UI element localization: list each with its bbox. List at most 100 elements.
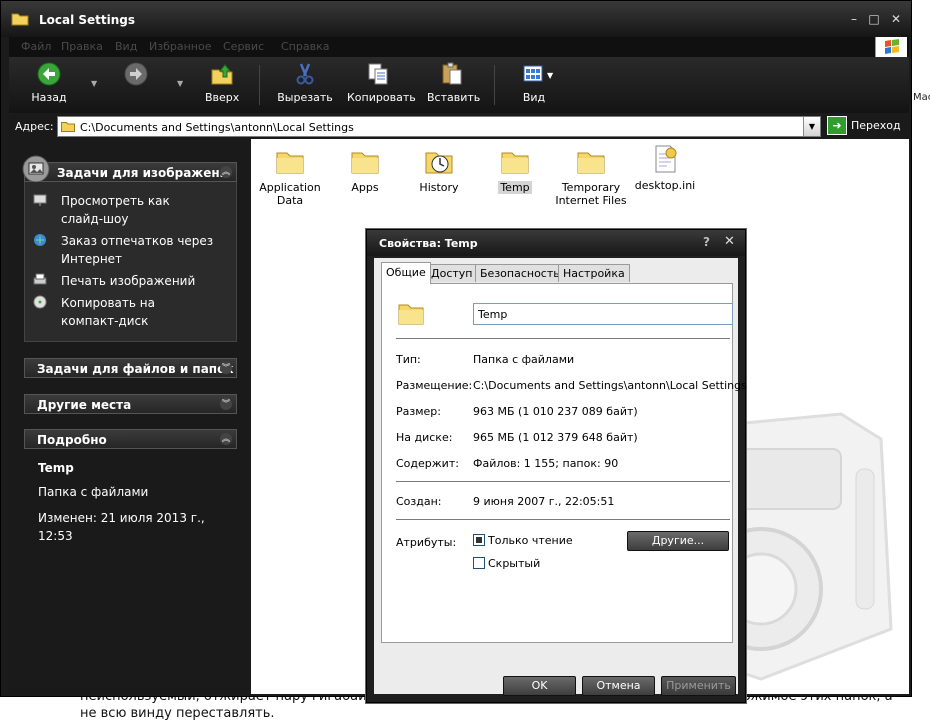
file-item-temporary-internet-files[interactable]: Temporary Internet Files (551, 145, 631, 207)
cut-button[interactable]: Вырезать (277, 61, 333, 109)
go-button[interactable]: ➜ Переход (827, 116, 901, 137)
expand-chevron-icon[interactable]: ︾ (220, 398, 232, 410)
properties-dialog: Свойства: Temp ? ✕ Общие Доступ Безопасн… (366, 229, 747, 703)
dialog-body: Общие Доступ Безопасность Настройка Тип:… (374, 258, 747, 696)
copy-icon (368, 63, 388, 85)
paste-icon (442, 62, 462, 85)
dialog-title: Свойства: Temp (379, 237, 478, 250)
address-dropdown-icon[interactable]: ▼ (803, 117, 820, 136)
close-button[interactable]: ✕ (889, 12, 903, 26)
menu-view[interactable]: Вид (115, 40, 137, 53)
menu-edit[interactable]: Правка (61, 40, 103, 53)
forward-dropdown-icon[interactable]: ▼ (177, 79, 183, 88)
folder-icon (398, 304, 424, 325)
size-label: Размер: (396, 405, 441, 418)
checkbox-box[interactable] (473, 534, 485, 546)
details-type: Папка с файлами (38, 485, 149, 499)
title-bar[interactable]: Local Settings – □ ✕ (1, 1, 911, 37)
order-prints-icon (34, 234, 46, 246)
up-button[interactable]: Вверх (205, 61, 239, 109)
image-tasks-panel: Просмотреть как слайд-шоу Заказ отпечатк… (24, 182, 237, 342)
folder-icon (351, 152, 379, 174)
details-header[interactable]: Подробно ︽ (24, 429, 237, 449)
tab-customize[interactable]: Настройка (558, 264, 630, 282)
task-order-prints[interactable]: Заказ отпечатков через Интернет (33, 232, 233, 268)
tab-sharing[interactable]: Доступ (426, 264, 478, 282)
minimize-button[interactable]: – (847, 12, 861, 26)
contains-value: Файлов: 1 155; папок: 90 (473, 457, 619, 470)
maximize-button[interactable]: □ (867, 12, 881, 26)
created-value: 9 июня 2007 г., 22:05:51 (473, 495, 615, 508)
menu-help[interactable]: Справка (281, 40, 329, 53)
view-button[interactable]: Вид (517, 61, 551, 109)
address-input[interactable]: C:\Documents and Settings\antonn\Local S… (57, 116, 821, 137)
hidden-checkbox[interactable]: Скрытый (473, 556, 540, 570)
menu-bar: Файл Правка Вид Избранное Сервис Справка (9, 37, 909, 57)
cd-icon (33, 295, 47, 309)
location-label: Размещение: (396, 379, 473, 392)
toolbar-separator (494, 65, 495, 105)
address-bar: Адрес: C:\Documents and Settings\antonn\… (9, 115, 909, 139)
tab-security[interactable]: Безопасность (475, 264, 565, 282)
image-tasks-title: Задачи для изображени (57, 166, 229, 180)
checkbox-box[interactable] (473, 557, 485, 569)
image-tasks-header[interactable]: Задачи для изображени ︽ (22, 155, 237, 183)
size-value: 963 МБ (1 010 237 089 байт) (473, 405, 638, 418)
menu-file[interactable]: Файл (21, 40, 51, 53)
expand-chevron-icon[interactable]: ︾ (220, 362, 232, 374)
address-value: C:\Documents and Settings\antonn\Local S… (80, 121, 354, 134)
file-item-desktop-ini[interactable]: desktop.ini (627, 143, 703, 192)
readonly-checkbox[interactable]: Только чтение (473, 533, 573, 547)
type-value: Папка с файлами (473, 353, 575, 366)
separator (396, 338, 730, 340)
disk-size-label: На диске: (396, 431, 453, 444)
details-title: Подробно (37, 433, 107, 447)
location-value: C:\Documents and Settings\antonn\Local S… (473, 379, 747, 392)
paste-button[interactable]: Вставить (427, 61, 480, 109)
file-tasks-title: Задачи для файлов и папок (37, 362, 234, 376)
other-places-header[interactable]: Другие места ︾ (24, 394, 237, 414)
printer-icon (33, 273, 47, 285)
menu-favorites[interactable]: Избранное (149, 40, 211, 53)
folder-name-input[interactable] (473, 303, 733, 325)
collapse-chevron-icon[interactable]: ︽ (220, 433, 232, 445)
file-item-temp[interactable]: Temp (477, 145, 553, 194)
general-tab-panel: Тип: Папка с файлами Размещение: C:\Docu… (381, 283, 747, 643)
ok-button[interactable]: OK (503, 676, 576, 696)
file-tasks-header[interactable]: Задачи для файлов и папок ︾ (24, 358, 237, 378)
scissors-icon (296, 63, 314, 85)
folder-icon (61, 122, 75, 132)
details-name: Temp (38, 461, 74, 475)
apply-button[interactable]: Применить (661, 676, 736, 696)
task-slideshow[interactable]: Просмотреть как слайд-шоу (33, 192, 233, 228)
back-arrow-icon (37, 62, 61, 86)
dialog-close-button[interactable]: ✕ (724, 234, 735, 249)
task-print-images[interactable]: Печать изображений (33, 272, 233, 290)
task-pane: Задачи для изображени ︽ Просмотреть как … (9, 139, 251, 694)
dialog-title-bar[interactable]: Свойства: Temp ? ✕ (367, 230, 745, 256)
history-folder-icon (425, 152, 453, 174)
type-label: Тип: (396, 353, 421, 366)
collapse-chevron-icon[interactable]: ︽ (220, 166, 232, 178)
menu-tools[interactable]: Сервис (223, 40, 264, 53)
tab-general[interactable]: Общие (381, 262, 431, 284)
details-modified: Изменен: 21 июля 2013 г., 12:53 (38, 511, 205, 543)
view-grid-icon (523, 65, 543, 82)
back-button[interactable]: Назад (29, 61, 69, 109)
file-item-apps[interactable]: Apps (327, 145, 403, 194)
advanced-attributes-button[interactable]: Другие... (627, 531, 729, 551)
file-item-history[interactable]: History (401, 145, 477, 194)
file-item-application-data[interactable]: Application Data (252, 145, 328, 207)
go-arrow-icon: ➜ (827, 116, 847, 135)
back-dropdown-icon[interactable]: ▼ (91, 79, 97, 88)
view-dropdown-icon[interactable]: ▼ (547, 71, 553, 80)
folder-icon (11, 13, 29, 26)
copy-button[interactable]: Копировать (347, 61, 416, 109)
help-button[interactable]: ? (703, 235, 710, 249)
task-copy-cd[interactable]: Копировать на компакт-диск (33, 294, 233, 330)
separator (396, 519, 730, 521)
forward-button[interactable] (121, 61, 151, 109)
cancel-button[interactable]: Отмена (582, 676, 655, 696)
toolbar: Назад ▼ ▼ Вверх Вырезать Копировать Вста… (9, 57, 909, 113)
contains-label: Содержит: (396, 457, 459, 470)
